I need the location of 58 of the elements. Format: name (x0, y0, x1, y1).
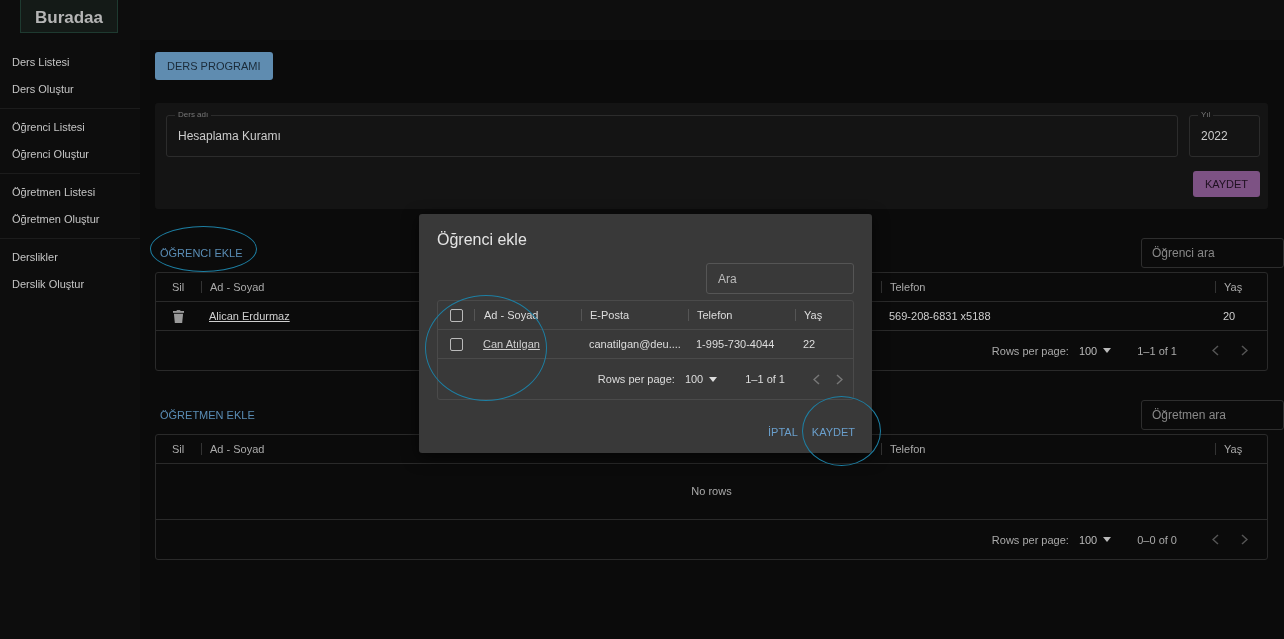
search-field[interactable]: Ara (706, 263, 854, 294)
sidebar-item[interactable]: Ders Oluştur (0, 76, 140, 103)
column-header[interactable]: Ad - Soyad (474, 309, 581, 321)
caret-icon (1103, 537, 1112, 542)
logo: Buradaa (20, 0, 118, 33)
select-all-checkbox[interactable] (450, 308, 463, 322)
page-range: 1–1 of 1 (1137, 344, 1177, 357)
caret-icon (709, 376, 718, 382)
column-header[interactable]: Telefon (881, 281, 1215, 293)
sidebar-item[interactable]: Öğretmen Listesi (0, 179, 140, 206)
previous-page-icon[interactable] (813, 373, 820, 385)
field-label: Ders adı (175, 110, 212, 119)
search-field[interactable]: Öğretmen ara (1141, 400, 1284, 430)
table-cell-text: 22 (802, 338, 817, 350)
rows-per-page-select[interactable]: 100 (1078, 533, 1112, 546)
sidebar-item[interactable]: Öğrenci Oluştur (0, 141, 140, 168)
dialog-button[interactable]: İPTAL (763, 422, 803, 442)
table-cell-text: canatilgan@deu.... (588, 338, 682, 350)
rows-per-page-label: Rows per page: (991, 533, 1069, 546)
rows-per-page-select[interactable]: 100 (684, 373, 718, 385)
caret-icon (1103, 348, 1112, 353)
next-page-icon[interactable] (1241, 534, 1248, 545)
previous-page-icon[interactable] (1212, 345, 1219, 356)
sidebar-item[interactable]: Öğretmen Oluştur (0, 206, 140, 233)
row-checkbox[interactable] (450, 337, 463, 351)
column-header[interactable]: Sil (156, 281, 201, 293)
sidebar-item[interactable]: Derslikler (0, 244, 140, 271)
dialog-button[interactable]: KAYDET (806, 422, 860, 442)
rows-per-page-label: Rows per page: (597, 373, 675, 385)
name-link[interactable]: Can Atılgan (474, 338, 581, 350)
sidebar-item[interactable]: Öğrenci Listesi (0, 114, 140, 141)
sidebar-item[interactable]: Derslik Oluştur (0, 271, 140, 298)
rows-per-page-select[interactable]: 100 (1078, 344, 1112, 357)
page-range: 0–0 of 0 (1137, 533, 1177, 546)
search-field[interactable]: Öğrenci ara (1141, 238, 1284, 268)
table-cell-text: 20 (1222, 310, 1237, 322)
column-header[interactable]: Telefon (688, 309, 795, 321)
sidebar-item[interactable]: Ders Listesi (0, 49, 140, 76)
table-cell-text: 569-208-6831 x5188 (888, 310, 992, 322)
next-page-icon[interactable] (836, 373, 843, 385)
add-link[interactable]: ÖĞRENCI EKLE (155, 247, 243, 259)
page-range: 1–1 of 1 (745, 373, 785, 385)
trash-icon[interactable] (173, 309, 184, 323)
column-header[interactable]: Yaş (795, 309, 853, 321)
next-page-icon[interactable] (1241, 345, 1248, 356)
empty-message: No rows (156, 464, 1267, 520)
column-header[interactable]: Yaş (1215, 443, 1267, 455)
rows-per-page-label: Rows per page: (991, 344, 1069, 357)
program-button[interactable]: DERS PROGRAMI (155, 52, 273, 80)
column-header[interactable]: Telefon (881, 443, 1215, 455)
table-cell-text: 1-995-730-4044 (695, 338, 776, 350)
column-header[interactable]: E-Posta (581, 309, 688, 321)
column-header[interactable]: Sil (156, 443, 201, 455)
column-header[interactable]: Yaş (1215, 281, 1267, 293)
field-label: Yıl (1198, 110, 1214, 119)
previous-page-icon[interactable] (1212, 534, 1219, 545)
add-link[interactable]: ÖĞRETMEN EKLE (155, 409, 255, 421)
dialog-title: Öğrenci ekle (437, 231, 528, 250)
